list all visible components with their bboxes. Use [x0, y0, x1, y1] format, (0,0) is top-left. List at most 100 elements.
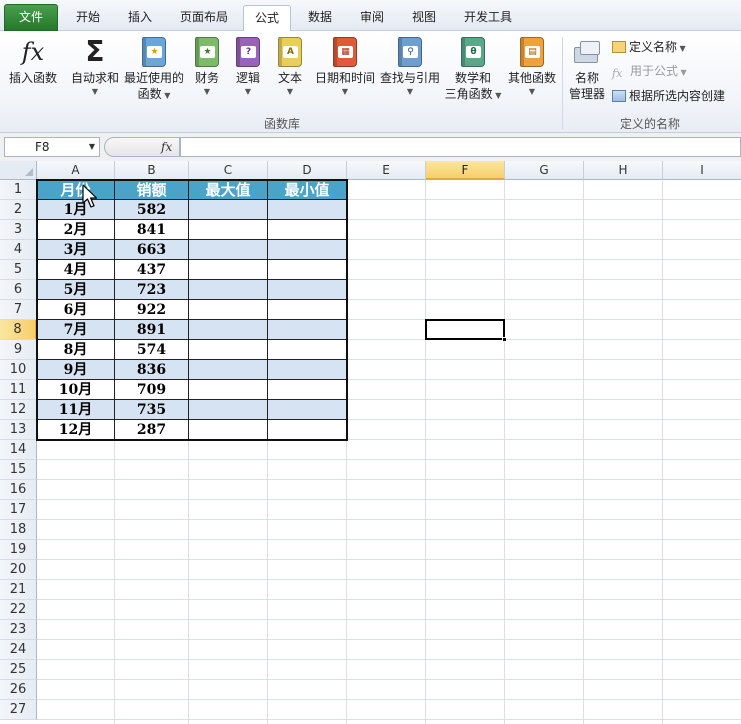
sales-cell[interactable]: 841	[115, 220, 189, 240]
min-value-cell[interactable]	[268, 280, 347, 300]
min-value-cell[interactable]	[268, 420, 347, 440]
sales-cell[interactable]: 891	[115, 320, 189, 340]
sales-cell[interactable]: 922	[115, 300, 189, 320]
min-value-cell[interactable]	[268, 260, 347, 280]
min-value-cell[interactable]	[268, 400, 347, 420]
row-header-7[interactable]: 7	[0, 300, 37, 320]
name-manager-button[interactable]: 名称 管理器	[566, 37, 608, 102]
recently-used-button[interactable]: ★ 最近使用的 函数 ▼	[123, 37, 185, 104]
row-header-12[interactable]: 12	[0, 400, 37, 420]
tab-home[interactable]: 开始	[64, 5, 112, 31]
create-from-selection-button[interactable]: 根据所选内容创建	[612, 86, 725, 106]
row-header-10[interactable]: 10	[0, 360, 37, 380]
sales-cell[interactable]: 723	[115, 280, 189, 300]
sales-cell[interactable]: 836	[115, 360, 189, 380]
row-header-24[interactable]: 24	[0, 640, 37, 660]
min-value-cell[interactable]	[268, 220, 347, 240]
month-cell[interactable]: 5月	[37, 280, 115, 300]
sales-cell[interactable]: 287	[115, 420, 189, 440]
tab-formulas[interactable]: 公式	[243, 5, 291, 32]
date-time-button[interactable]: ▦ 日期和时间 ▼	[313, 37, 377, 98]
min-value-cell[interactable]	[268, 300, 347, 320]
sales-cell[interactable]: 582	[115, 200, 189, 220]
min-value-cell[interactable]	[268, 200, 347, 220]
row-header-8[interactable]: 8	[0, 320, 37, 340]
column-header-a[interactable]: A	[37, 161, 115, 180]
sales-cell[interactable]: 437	[115, 260, 189, 280]
row-header-19[interactable]: 19	[0, 540, 37, 560]
insert-function-button[interactable]: fx 插入函数	[4, 37, 62, 86]
max-value-cell[interactable]	[189, 320, 268, 340]
row-header-4[interactable]: 4	[0, 240, 37, 260]
logical-button[interactable]: ? 逻辑 ▼	[231, 37, 265, 98]
tab-page-layout[interactable]: 页面布局	[168, 5, 240, 31]
row-header-13[interactable]: 13	[0, 420, 37, 440]
column-header-i[interactable]: I	[663, 161, 741, 180]
math-trig-button[interactable]: θ 数学和 三角函数 ▼	[443, 37, 503, 104]
row-header-11[interactable]: 11	[0, 380, 37, 400]
max-value-cell[interactable]	[189, 300, 268, 320]
column-header-e[interactable]: E	[347, 161, 426, 180]
tab-file[interactable]: 文件	[4, 4, 58, 31]
row-header-16[interactable]: 16	[0, 480, 37, 500]
row-header-26[interactable]: 26	[0, 680, 37, 700]
row-header-15[interactable]: 15	[0, 460, 37, 480]
max-value-cell[interactable]	[189, 340, 268, 360]
row-header-3[interactable]: 3	[0, 220, 37, 240]
table-header-cell[interactable]: 最大值	[189, 180, 268, 200]
month-cell[interactable]: 6月	[37, 300, 115, 320]
sales-cell[interactable]: 709	[115, 380, 189, 400]
table-header-cell[interactable]: 最小值	[268, 180, 347, 200]
row-header-6[interactable]: 6	[0, 280, 37, 300]
column-header-f[interactable]: F	[426, 161, 505, 180]
min-value-cell[interactable]	[268, 240, 347, 260]
row-header-17[interactable]: 17	[0, 500, 37, 520]
month-cell[interactable]: 10月	[37, 380, 115, 400]
text-button[interactable]: A 文本 ▼	[273, 37, 307, 98]
select-all-corner[interactable]	[0, 161, 37, 180]
tab-view[interactable]: 视图	[400, 5, 448, 31]
formula-input[interactable]	[180, 137, 741, 157]
max-value-cell[interactable]	[189, 400, 268, 420]
min-value-cell[interactable]	[268, 380, 347, 400]
column-header-d[interactable]: D	[268, 161, 347, 180]
row-header-14[interactable]: 14	[0, 440, 37, 460]
month-cell[interactable]: 3月	[37, 240, 115, 260]
month-cell[interactable]: 1月	[37, 200, 115, 220]
name-box[interactable]: F8 ▼	[4, 137, 100, 157]
more-functions-button[interactable]: ▤ 其他函数 ▼	[505, 37, 559, 98]
max-value-cell[interactable]	[189, 280, 268, 300]
row-header-1[interactable]: 1	[0, 180, 37, 200]
tab-insert[interactable]: 插入	[116, 5, 164, 31]
max-value-cell[interactable]	[189, 420, 268, 440]
define-name-button[interactable]: 定义名称 ▼	[612, 37, 686, 57]
tab-developer[interactable]: 开发工具	[452, 5, 524, 31]
month-cell[interactable]: 4月	[37, 260, 115, 280]
row-header-22[interactable]: 22	[0, 600, 37, 620]
column-header-g[interactable]: G	[505, 161, 584, 180]
month-cell[interactable]: 12月	[37, 420, 115, 440]
row-header-20[interactable]: 20	[0, 560, 37, 580]
row-header-2[interactable]: 2	[0, 200, 37, 220]
min-value-cell[interactable]	[268, 320, 347, 340]
month-cell[interactable]: 9月	[37, 360, 115, 380]
tab-data[interactable]: 数据	[296, 5, 344, 31]
autosum-button[interactable]: Σ 自动求和 ▼	[68, 37, 122, 98]
tab-review[interactable]: 审阅	[348, 5, 396, 31]
table-header-cell[interactable]: 销额	[115, 180, 189, 200]
sales-cell[interactable]: 735	[115, 400, 189, 420]
financial-button[interactable]: ★ 财务 ▼	[190, 37, 224, 98]
max-value-cell[interactable]	[189, 200, 268, 220]
sales-cell[interactable]: 574	[115, 340, 189, 360]
use-in-formula-button[interactable]: fx 用于公式 ▼	[612, 61, 687, 81]
active-cell-indicator[interactable]	[425, 319, 505, 340]
max-value-cell[interactable]	[189, 240, 268, 260]
row-header-25[interactable]: 25	[0, 660, 37, 680]
fill-handle[interactable]	[502, 337, 507, 342]
month-cell[interactable]: 8月	[37, 340, 115, 360]
table-header-cell[interactable]: 月份	[37, 180, 115, 200]
row-header-9[interactable]: 9	[0, 340, 37, 360]
month-cell[interactable]: 2月	[37, 220, 115, 240]
sales-cell[interactable]: 663	[115, 240, 189, 260]
row-header-21[interactable]: 21	[0, 580, 37, 600]
